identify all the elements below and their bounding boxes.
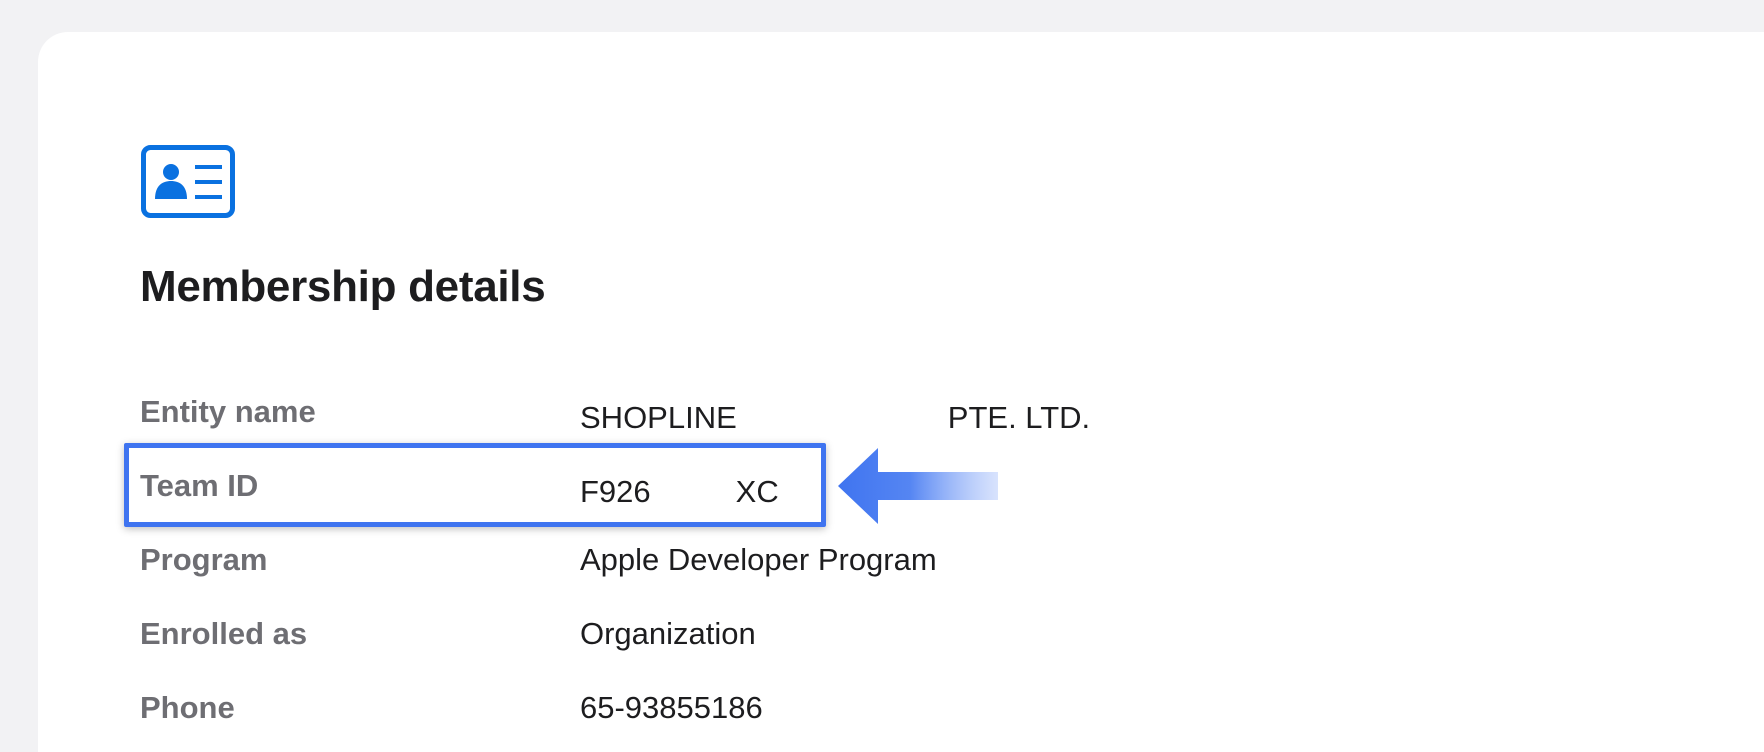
entity-name-value-start: SHOPLINE xyxy=(580,400,737,435)
entity-name-value: SHOPLINE PTE. LTD. xyxy=(580,388,1090,436)
id-card-icon xyxy=(141,145,235,218)
detail-row-enrolled-as: Enrolled as Organization xyxy=(140,614,756,654)
detail-row-entity-name: Entity name SHOPLINE PTE. LTD. xyxy=(140,392,1090,435)
program-label: Program xyxy=(140,542,268,577)
phone-value: 65-93855186 xyxy=(580,690,763,725)
left-arrow-icon xyxy=(838,448,998,524)
enrolled-as-value: Organization xyxy=(580,616,756,651)
team-id-highlight-box xyxy=(124,443,826,527)
entity-name-label: Entity name xyxy=(140,394,316,429)
program-value: Apple Developer Program xyxy=(580,542,937,577)
detail-row-phone: Phone 65-93855186 xyxy=(140,688,763,728)
detail-row-program: Program Apple Developer Program xyxy=(140,540,937,580)
redaction-mask xyxy=(737,388,946,428)
page-title: Membership details xyxy=(140,262,546,311)
entity-name-value-end: PTE. LTD. xyxy=(947,400,1091,435)
phone-label: Phone xyxy=(140,690,235,725)
enrolled-as-label: Enrolled as xyxy=(140,616,308,651)
